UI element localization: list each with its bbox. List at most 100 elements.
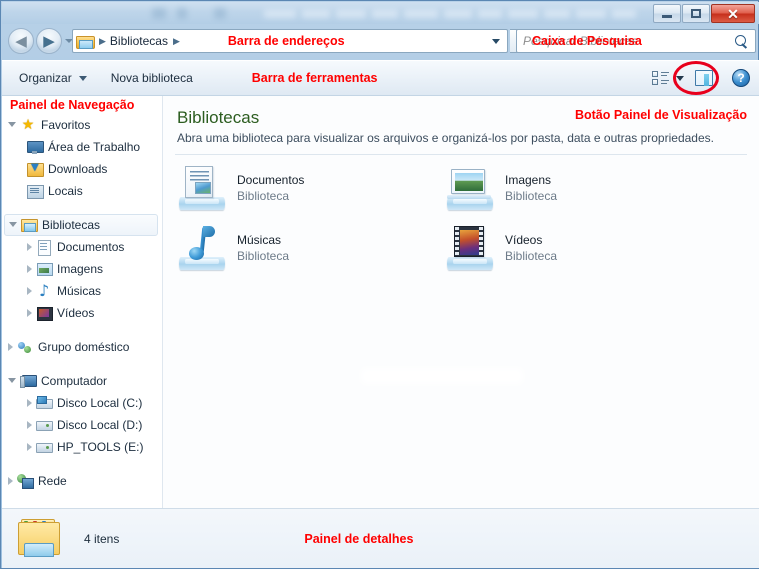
sidebar-item-disco-local-c[interactable]: Disco Local (C:) bbox=[2, 392, 162, 414]
sidebar-item-label: Bibliotecas bbox=[42, 218, 101, 232]
expander-open-icon[interactable] bbox=[8, 122, 16, 131]
redaction-blur bbox=[361, 368, 523, 384]
videos-icon bbox=[36, 305, 53, 321]
expander-closed-icon[interactable] bbox=[27, 421, 32, 429]
list-item[interactable]: Vídeos Biblioteca bbox=[431, 220, 699, 276]
list-item-text: Músicas Biblioteca bbox=[237, 232, 289, 264]
navigation-pane[interactable]: Painel de Navegação ★ Favoritos Área de … bbox=[2, 96, 163, 508]
videos-library-icon bbox=[445, 224, 497, 272]
computer-icon bbox=[20, 373, 37, 389]
system-drive-icon bbox=[36, 395, 53, 411]
list-item-name: Imagens bbox=[505, 172, 552, 187]
list-item-text: Imagens Biblioteca bbox=[505, 172, 557, 204]
sidebar-item-documentos[interactable]: Documentos bbox=[2, 236, 162, 258]
sidebar-item-downloads[interactable]: Downloads bbox=[2, 158, 162, 180]
minimize-button[interactable] bbox=[653, 4, 681, 23]
sidebar-item-computador[interactable]: Computador bbox=[2, 370, 162, 392]
sidebar-item-label: HP_TOOLS (E:) bbox=[57, 440, 144, 454]
maximize-button[interactable] bbox=[682, 4, 710, 23]
sidebar-item-favoritos[interactable]: ★ Favoritos bbox=[2, 114, 162, 136]
sidebar-item-bibliotecas[interactable]: Bibliotecas bbox=[4, 214, 158, 236]
sidebar-item-grupo-domestico[interactable]: Grupo doméstico bbox=[2, 336, 162, 358]
expander-open-icon[interactable] bbox=[9, 222, 17, 231]
expander-open-icon[interactable] bbox=[8, 378, 16, 387]
item-count-label: 4 itens bbox=[84, 531, 120, 546]
expander-closed-icon[interactable] bbox=[27, 287, 32, 295]
expander-closed-icon[interactable] bbox=[8, 477, 13, 485]
sidebar-item-rede[interactable]: Rede bbox=[2, 470, 162, 492]
maximize-icon bbox=[691, 9, 701, 18]
expander-closed-icon[interactable] bbox=[27, 443, 32, 451]
forward-button[interactable]: ▶ bbox=[36, 28, 62, 54]
search-icon[interactable] bbox=[735, 34, 748, 48]
list-item[interactable]: Documentos Biblioteca bbox=[163, 160, 431, 216]
header-divider bbox=[175, 154, 747, 155]
libraries-icon bbox=[21, 217, 38, 233]
nav-group-gap bbox=[2, 458, 162, 470]
sidebar-item-label: Disco Local (D:) bbox=[57, 418, 143, 432]
pictures-icon bbox=[36, 261, 53, 277]
help-button[interactable]: ? bbox=[732, 69, 750, 87]
new-library-button[interactable]: Nova biblioteca bbox=[104, 68, 200, 88]
back-button[interactable]: ◀ bbox=[8, 28, 34, 54]
list-item-type: Biblioteca bbox=[505, 249, 558, 263]
breadcrumb-bibliotecas[interactable]: Bibliotecas bbox=[110, 34, 168, 48]
list-item-type: Biblioteca bbox=[237, 249, 290, 263]
list-item-name: Documentos bbox=[237, 172, 305, 187]
sidebar-item-hp-tools-e[interactable]: HP_TOOLS (E:) bbox=[2, 436, 162, 458]
sidebar-item-imagens[interactable]: Imagens bbox=[2, 258, 162, 280]
close-button[interactable]: ✕ bbox=[711, 4, 755, 23]
nav-group-gap bbox=[2, 202, 162, 214]
search-box[interactable]: Pesquisar Bibliotecas Caixa de Pesquisa bbox=[516, 29, 756, 53]
pictures-library-icon bbox=[445, 164, 497, 212]
expander-closed-icon[interactable] bbox=[27, 399, 32, 407]
details-pane: 4 itens Painel de detalhes bbox=[2, 508, 759, 568]
organize-button[interactable]: Organizar bbox=[12, 68, 94, 88]
view-options-chevron-icon[interactable] bbox=[676, 75, 684, 81]
change-view-icon[interactable] bbox=[652, 70, 669, 86]
breadcrumb-separator-icon[interactable]: ▶ bbox=[99, 36, 106, 47]
address-bar-row: ◀ ▶ ▶ Bibliotecas ▶ Barra de endereços ↻… bbox=[2, 24, 759, 60]
content-pane[interactable]: Bibliotecas Abra uma biblioteca para vis… bbox=[163, 96, 759, 508]
window-controls: ✕ bbox=[652, 4, 755, 23]
new-library-label: Nova biblioteca bbox=[110, 71, 193, 85]
preview-pane-button-annotation: Botão Painel de Visualização bbox=[574, 108, 747, 122]
network-icon bbox=[17, 473, 34, 489]
address-bar-annotation: Barra de endereços bbox=[227, 34, 345, 48]
expander-closed-icon[interactable] bbox=[27, 265, 32, 273]
list-item-type: Biblioteca bbox=[237, 189, 290, 203]
expander-closed-icon[interactable] bbox=[27, 309, 32, 317]
list-item[interactable]: Músicas Biblioteca bbox=[163, 220, 431, 276]
expander-closed-icon[interactable] bbox=[27, 243, 32, 251]
organize-label: Organizar bbox=[19, 71, 72, 85]
sidebar-item-label: Vídeos bbox=[57, 306, 95, 320]
star-icon: ★ bbox=[21, 117, 35, 133]
preview-pane-icon bbox=[695, 69, 713, 86]
library-folder-icon bbox=[76, 33, 95, 49]
navigation-pane-annotation: Painel de Navegação bbox=[10, 98, 135, 112]
list-item[interactable]: Imagens Biblioteca bbox=[431, 160, 699, 216]
preview-pane-button[interactable] bbox=[693, 69, 715, 88]
sidebar-item-musicas[interactable]: Músicas bbox=[2, 280, 162, 302]
desktop-icon bbox=[27, 139, 44, 155]
drive-icon bbox=[36, 417, 53, 433]
sidebar-item-area-de-trabalho[interactable]: Área de Trabalho bbox=[2, 136, 162, 158]
breadcrumb-separator-icon-2[interactable]: ▶ bbox=[173, 36, 180, 47]
navigation-buttons: ◀ ▶ bbox=[8, 28, 73, 54]
address-history-caret-icon[interactable] bbox=[492, 38, 500, 44]
library-tiles: Documentos Biblioteca Imagens Biblioteca bbox=[163, 160, 759, 280]
sidebar-item-disco-local-d[interactable]: Disco Local (D:) bbox=[2, 414, 162, 436]
toolbar-right-group: ? bbox=[652, 69, 759, 88]
page-subtitle: Abra uma biblioteca para visualizar os a… bbox=[177, 131, 714, 145]
sidebar-item-locais[interactable]: Locais bbox=[2, 180, 162, 202]
expander-closed-icon[interactable] bbox=[8, 343, 13, 351]
address-bar[interactable]: ▶ Bibliotecas ▶ Barra de endereços bbox=[72, 29, 508, 53]
list-item-text: Documentos Biblioteca bbox=[237, 172, 304, 204]
details-pane-annotation: Painel de detalhes bbox=[304, 531, 414, 546]
sidebar-item-videos[interactable]: Vídeos bbox=[2, 302, 162, 324]
back-arrow-icon: ◀ bbox=[15, 31, 27, 50]
homegroup-icon bbox=[17, 339, 33, 355]
nav-group-gap bbox=[2, 358, 162, 370]
music-library-icon bbox=[177, 224, 229, 272]
explorer-window: ✕ ◀ ▶ ▶ Bibliotecas ▶ Barra de endereços bbox=[0, 0, 759, 569]
